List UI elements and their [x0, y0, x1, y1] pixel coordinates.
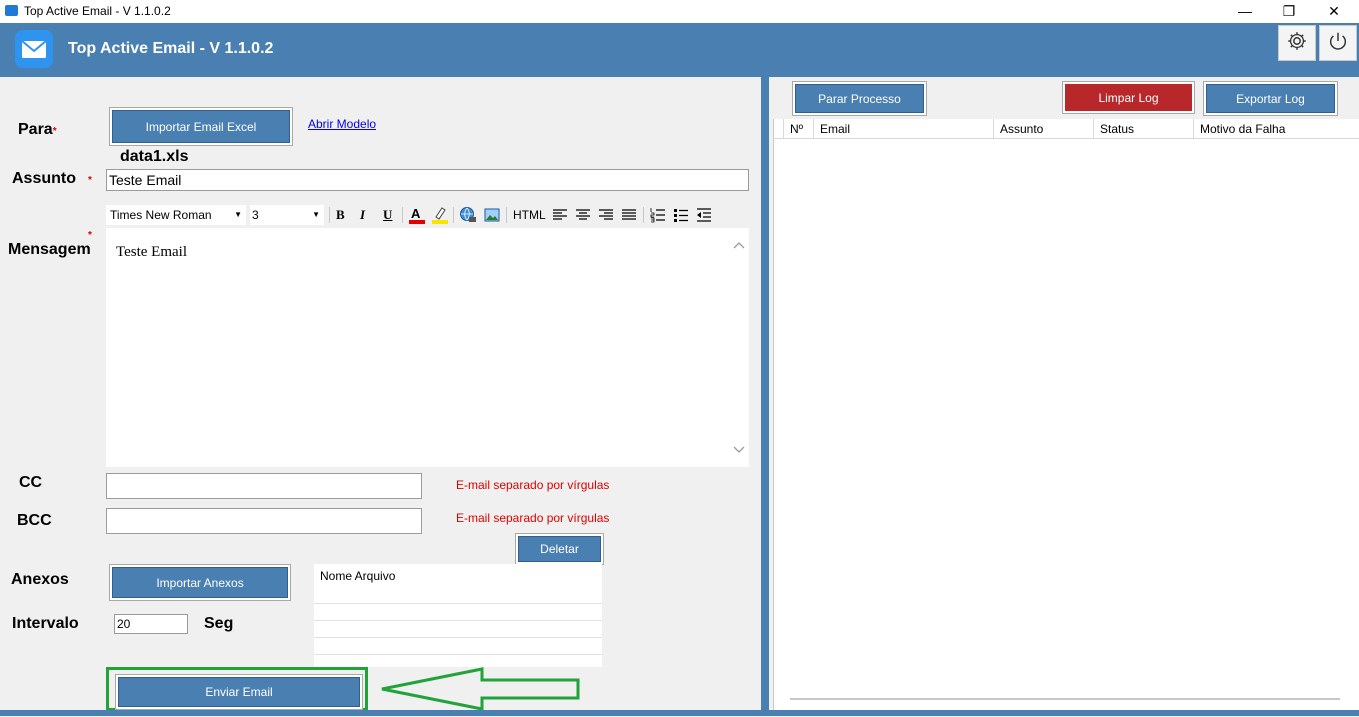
column-header-number[interactable]: Nº	[784, 119, 814, 139]
outdent-icon[interactable]	[696, 207, 712, 223]
font-color-icon[interactable]: A	[408, 205, 426, 225]
chevron-down-icon: ▼	[234, 210, 242, 219]
italic-button[interactable]: I	[360, 207, 365, 223]
html-mode-button[interactable]: HTML	[513, 208, 546, 222]
panel-divider	[761, 77, 769, 716]
close-icon[interactable]: ✕	[1319, 2, 1349, 20]
scroll-up-icon[interactable]	[733, 240, 745, 252]
bcc-label: BCC	[17, 512, 52, 529]
row-divider	[314, 620, 602, 621]
chevron-down-icon: ▼	[312, 210, 320, 219]
interval-input[interactable]: 20	[114, 614, 188, 634]
toolbar-divider	[506, 207, 507, 223]
open-template-link[interactable]: Abrir Modelo	[308, 117, 376, 131]
power-icon	[1327, 30, 1349, 57]
highlight-icon[interactable]	[431, 205, 449, 225]
subject-input[interactable]: Teste Email	[106, 169, 749, 191]
message-label: Mensagem *	[8, 230, 92, 258]
clear-log-button[interactable]: Limpar Log	[1065, 84, 1192, 111]
gear-icon	[1286, 30, 1308, 57]
column-header-email[interactable]: Email	[814, 119, 994, 139]
row-divider	[314, 654, 602, 655]
attachments-label: Anexos	[11, 571, 69, 588]
export-log-button[interactable]: Exportar Log	[1206, 84, 1335, 113]
maximize-icon[interactable]: ❐	[1274, 2, 1304, 20]
font-select[interactable]: Times New Roman ▼	[106, 205, 246, 225]
editor-toolbar: Times New Roman ▼ 3 ▼ B I U A HTML	[106, 203, 749, 227]
message-body[interactable]: Teste Email	[116, 244, 187, 261]
toolbar-divider	[329, 207, 330, 223]
font-size-select[interactable]: 3 ▼	[250, 205, 324, 225]
image-icon[interactable]	[483, 206, 501, 224]
align-justify-icon[interactable]	[621, 207, 637, 223]
send-email-button[interactable]: Enviar Email	[118, 677, 360, 707]
horizontal-scrollbar[interactable]	[790, 698, 1340, 700]
bcc-hint: E-mail separado por vírgulas	[456, 511, 610, 525]
minimize-icon[interactable]: —	[1230, 2, 1260, 20]
row-divider	[314, 637, 602, 638]
cc-input[interactable]	[106, 473, 422, 499]
subject-label: Assunto *	[12, 170, 92, 187]
bullet-list-icon[interactable]	[673, 207, 689, 223]
stop-process-button[interactable]: Parar Processo	[795, 84, 924, 113]
column-header-failure-reason[interactable]: Motivo da Falha	[1194, 119, 1359, 139]
toolbar-divider	[453, 207, 454, 223]
envelope-icon	[15, 30, 53, 68]
imported-file-name: data1.xls	[120, 148, 189, 165]
link-globe-icon[interactable]	[459, 206, 477, 224]
row-header-corner	[774, 119, 784, 139]
underline-button[interactable]: U	[383, 207, 392, 223]
interval-label: Intervalo	[12, 615, 79, 632]
import-attachments-button[interactable]: Importar Anexos	[112, 567, 288, 598]
app-small-icon	[5, 5, 18, 16]
column-header-subject[interactable]: Assunto	[994, 119, 1094, 139]
column-header-status[interactable]: Status	[1094, 119, 1194, 139]
power-button[interactable]	[1319, 25, 1357, 61]
bcc-input[interactable]	[106, 508, 422, 534]
align-left-icon[interactable]	[552, 207, 568, 223]
app-title: Top Active Email - V 1.1.0.2	[68, 40, 274, 57]
para-label: Para*	[18, 121, 57, 138]
settings-button[interactable]	[1278, 25, 1316, 61]
scroll-down-icon[interactable]	[733, 441, 745, 459]
numbered-list-icon[interactable]	[650, 207, 666, 223]
log-table[interactable]: Nº Email Assunto Status Motivo da Falha	[773, 119, 1359, 716]
window-title: Top Active Email - V 1.1.0.2	[24, 4, 171, 18]
row-divider	[314, 603, 602, 604]
align-center-icon[interactable]	[575, 207, 591, 223]
align-right-icon[interactable]	[598, 207, 614, 223]
attachments-column-header: Nome Arquivo	[320, 569, 396, 583]
message-editor[interactable]: Teste Email	[106, 228, 749, 467]
svg-text:A: A	[411, 206, 421, 221]
attachments-list[interactable]: Nome Arquivo	[314, 564, 602, 667]
delete-attachment-button[interactable]: Deletar	[518, 536, 601, 562]
bold-button[interactable]: B	[336, 207, 345, 223]
bottom-bar	[0, 710, 1359, 716]
toolbar-divider	[402, 207, 403, 223]
toolbar-divider	[643, 207, 644, 223]
window-title-bar: Top Active Email - V 1.1.0.2 — ❐ ✕	[0, 0, 1359, 23]
cc-hint: E-mail separado por vírgulas	[456, 478, 610, 492]
import-email-excel-button[interactable]: Importar Email Excel	[112, 110, 290, 143]
cc-label: CC	[19, 474, 43, 491]
interval-unit: Seg	[204, 615, 234, 632]
app-header: Top Active Email - V 1.1.0.2	[0, 23, 1359, 77]
